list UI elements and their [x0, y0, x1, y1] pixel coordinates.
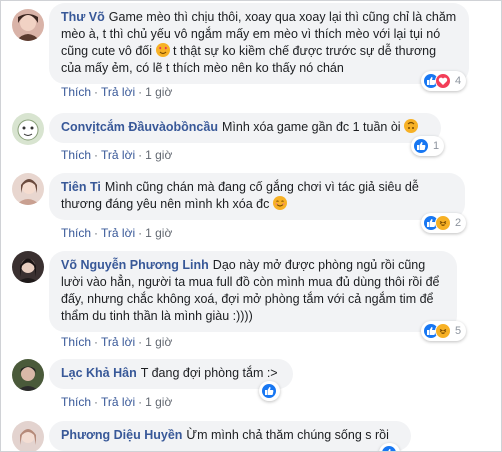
- like-link[interactable]: Thích: [61, 335, 91, 349]
- love-reaction-icon: [435, 73, 451, 89]
- comment-actions: Thích · Trả lời · 1 giờ: [61, 395, 173, 409]
- comment-author[interactable]: Phương Diệu Huyền: [61, 428, 182, 442]
- comment-bubble: Phương Diệu Huyền Ừm mình chả thăm chúng …: [49, 421, 411, 451]
- comment-timestamp[interactable]: 1 giờ: [145, 148, 172, 162]
- comment-text: Mình xóa game gần đc 1 tuần òi: [221, 120, 401, 134]
- haha-reaction-icon: [435, 323, 451, 339]
- reaction-summary[interactable]: 5: [421, 321, 467, 341]
- comment-author[interactable]: Lạc Khả Hân: [61, 366, 137, 380]
- comment-timestamp[interactable]: 1 giờ: [145, 395, 172, 409]
- comment-bubble: Võ Nguyễn Phương Linh Dạo này mở được phò…: [49, 251, 457, 332]
- reply-link[interactable]: Trả lời: [101, 226, 135, 240]
- reaction-count: 4: [455, 75, 462, 87]
- heart-eyes-emoji-icon: [155, 43, 170, 57]
- like-link[interactable]: Thích: [61, 395, 91, 409]
- comment-bubble: Lạc Khả Hân T đang đợi phòng tắm :>: [49, 359, 293, 389]
- comment-text: Mình cũng chán mà đang cố gắng chơi vì t…: [61, 180, 419, 211]
- avatar[interactable]: [12, 9, 44, 41]
- comment-text: Ừm mình chả thăm chúng sống s rồi: [186, 428, 389, 442]
- comment-bubble: Thư Võ Game mèo thì chịu thôi, xoay qua x…: [49, 3, 469, 84]
- reply-link[interactable]: Trả lời: [101, 395, 135, 409]
- reaction-summary[interactable]: 4: [421, 71, 467, 91]
- comment-author[interactable]: Thư Võ: [61, 10, 105, 24]
- avatar[interactable]: [12, 251, 44, 283]
- like-link[interactable]: Thích: [61, 148, 91, 162]
- avatar[interactable]: [12, 421, 44, 451]
- like-link[interactable]: Thích: [61, 226, 91, 240]
- reply-link[interactable]: Trả lời: [101, 85, 135, 99]
- comment-bubble: Convịtcắm Đầuvàobồncầu Mình xóa game gần …: [49, 113, 441, 143]
- reply-link[interactable]: Trả lời: [101, 335, 135, 349]
- comment-bubble: Tiên Ti Mình cũng chán mà đang cố gắng ch…: [49, 173, 465, 220]
- comment-actions: Thích · Trả lời · 1 giờ: [61, 85, 173, 99]
- comment-author[interactable]: Võ Nguyễn Phương Linh: [61, 258, 209, 272]
- comment-timestamp[interactable]: 1 giờ: [145, 85, 172, 99]
- comment-author[interactable]: Tiên Ti: [61, 180, 101, 194]
- upside-down-face-emoji-icon: [404, 119, 419, 133]
- reaction-summary[interactable]: 2: [421, 213, 467, 233]
- reaction-summary[interactable]: [259, 381, 280, 401]
- reaction-count: 2: [455, 217, 462, 229]
- comment-actions: Thích · Trả lời · 1 giờ: [61, 226, 173, 240]
- comment-timestamp[interactable]: 1 giờ: [145, 226, 172, 240]
- avatar[interactable]: [12, 359, 44, 391]
- comment-actions: Thích · Trả lời · 1 giờ: [61, 335, 173, 349]
- reaction-count: 5: [455, 325, 462, 337]
- comment-actions: Thích · Trả lời · 1 giờ: [61, 148, 173, 162]
- haha-reaction-icon: [435, 215, 451, 231]
- like-link[interactable]: Thích: [61, 85, 91, 99]
- reply-link[interactable]: Trả lời: [101, 148, 135, 162]
- comment-timestamp[interactable]: 1 giờ: [145, 335, 172, 349]
- avatar[interactable]: [12, 173, 44, 205]
- reaction-count: 1: [433, 140, 440, 152]
- like-reaction-icon: [261, 383, 277, 399]
- comment-author[interactable]: Convịtcắm Đầuvàobồncầu: [61, 120, 218, 134]
- like-reaction-icon: [381, 445, 397, 451]
- avatar[interactable]: [12, 113, 44, 145]
- reaction-summary[interactable]: 1: [411, 136, 445, 156]
- smiling-face-emoji-icon: [272, 196, 287, 210]
- comment-thread: Thư Võ Game mèo thì chịu thôi, xoay qua x…: [0, 0, 502, 452]
- like-reaction-icon: [413, 138, 429, 154]
- comment-text: T đang đợi phòng tắm :>: [140, 366, 278, 380]
